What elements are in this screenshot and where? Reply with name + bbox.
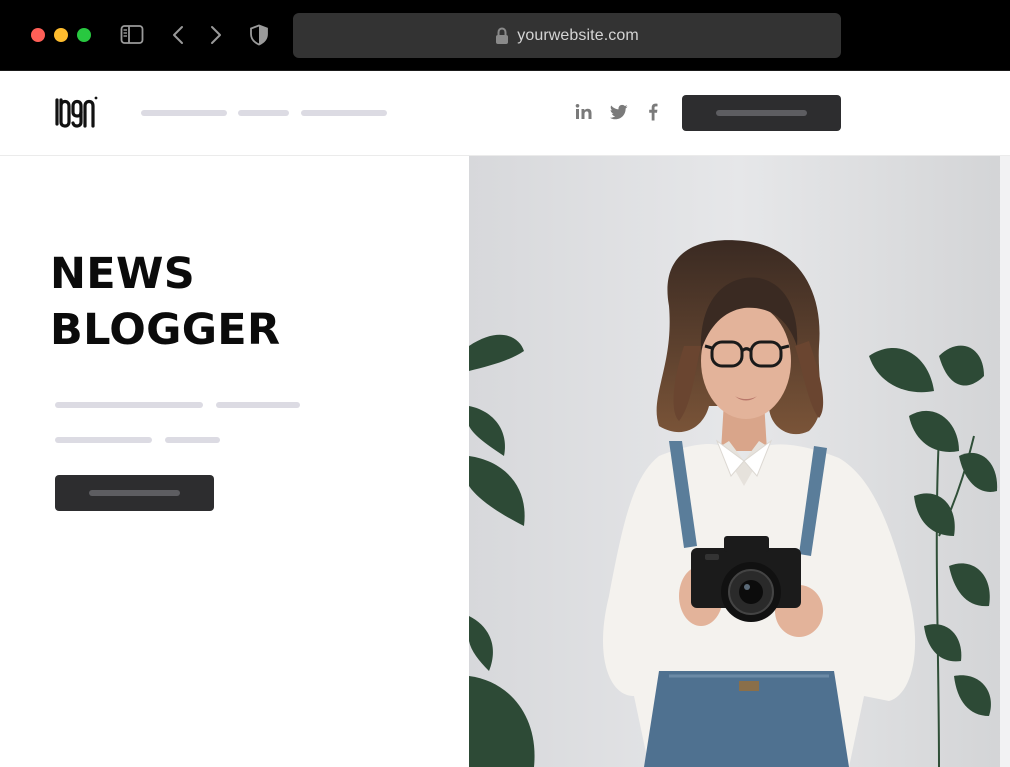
linkedin-icon[interactable] bbox=[574, 102, 594, 122]
nav-link-placeholder[interactable] bbox=[141, 110, 227, 116]
chevron-right-icon[interactable] bbox=[206, 24, 230, 46]
lock-icon bbox=[495, 26, 509, 45]
nav-link-placeholder[interactable] bbox=[301, 110, 387, 116]
shield-icon[interactable] bbox=[247, 24, 271, 46]
woman-with-camera-photo bbox=[469, 156, 1010, 767]
minimize-window-button[interactable] bbox=[54, 28, 68, 42]
site-header bbox=[0, 71, 1010, 156]
browser-toolbar: yourwebsite.com bbox=[0, 0, 1010, 71]
address-bar[interactable]: yourwebsite.com bbox=[293, 13, 841, 58]
facebook-icon[interactable] bbox=[643, 102, 663, 122]
chevron-left-icon[interactable] bbox=[168, 24, 192, 46]
hero-title-line: BLOGGER bbox=[50, 305, 281, 355]
hero-title: NEWS BLOGGER bbox=[50, 246, 280, 358]
twitter-icon[interactable] bbox=[609, 102, 629, 122]
header-cta-button[interactable] bbox=[682, 95, 841, 131]
hero-cta-button[interactable] bbox=[55, 475, 214, 511]
sidebar-icon[interactable] bbox=[120, 24, 144, 46]
paragraph-placeholder bbox=[55, 402, 203, 408]
button-label-placeholder bbox=[89, 490, 180, 496]
logo-icon[interactable] bbox=[54, 94, 98, 130]
paragraph-placeholder bbox=[165, 437, 220, 443]
paragraph-placeholder bbox=[55, 437, 152, 443]
hero-title-line: NEWS bbox=[50, 249, 195, 299]
close-window-button[interactable] bbox=[31, 28, 45, 42]
button-label-placeholder bbox=[716, 110, 807, 116]
maximize-window-button[interactable] bbox=[77, 28, 91, 42]
paragraph-placeholder bbox=[216, 402, 300, 408]
nav-link-placeholder[interactable] bbox=[238, 110, 289, 116]
url-text: yourwebsite.com bbox=[517, 26, 639, 44]
